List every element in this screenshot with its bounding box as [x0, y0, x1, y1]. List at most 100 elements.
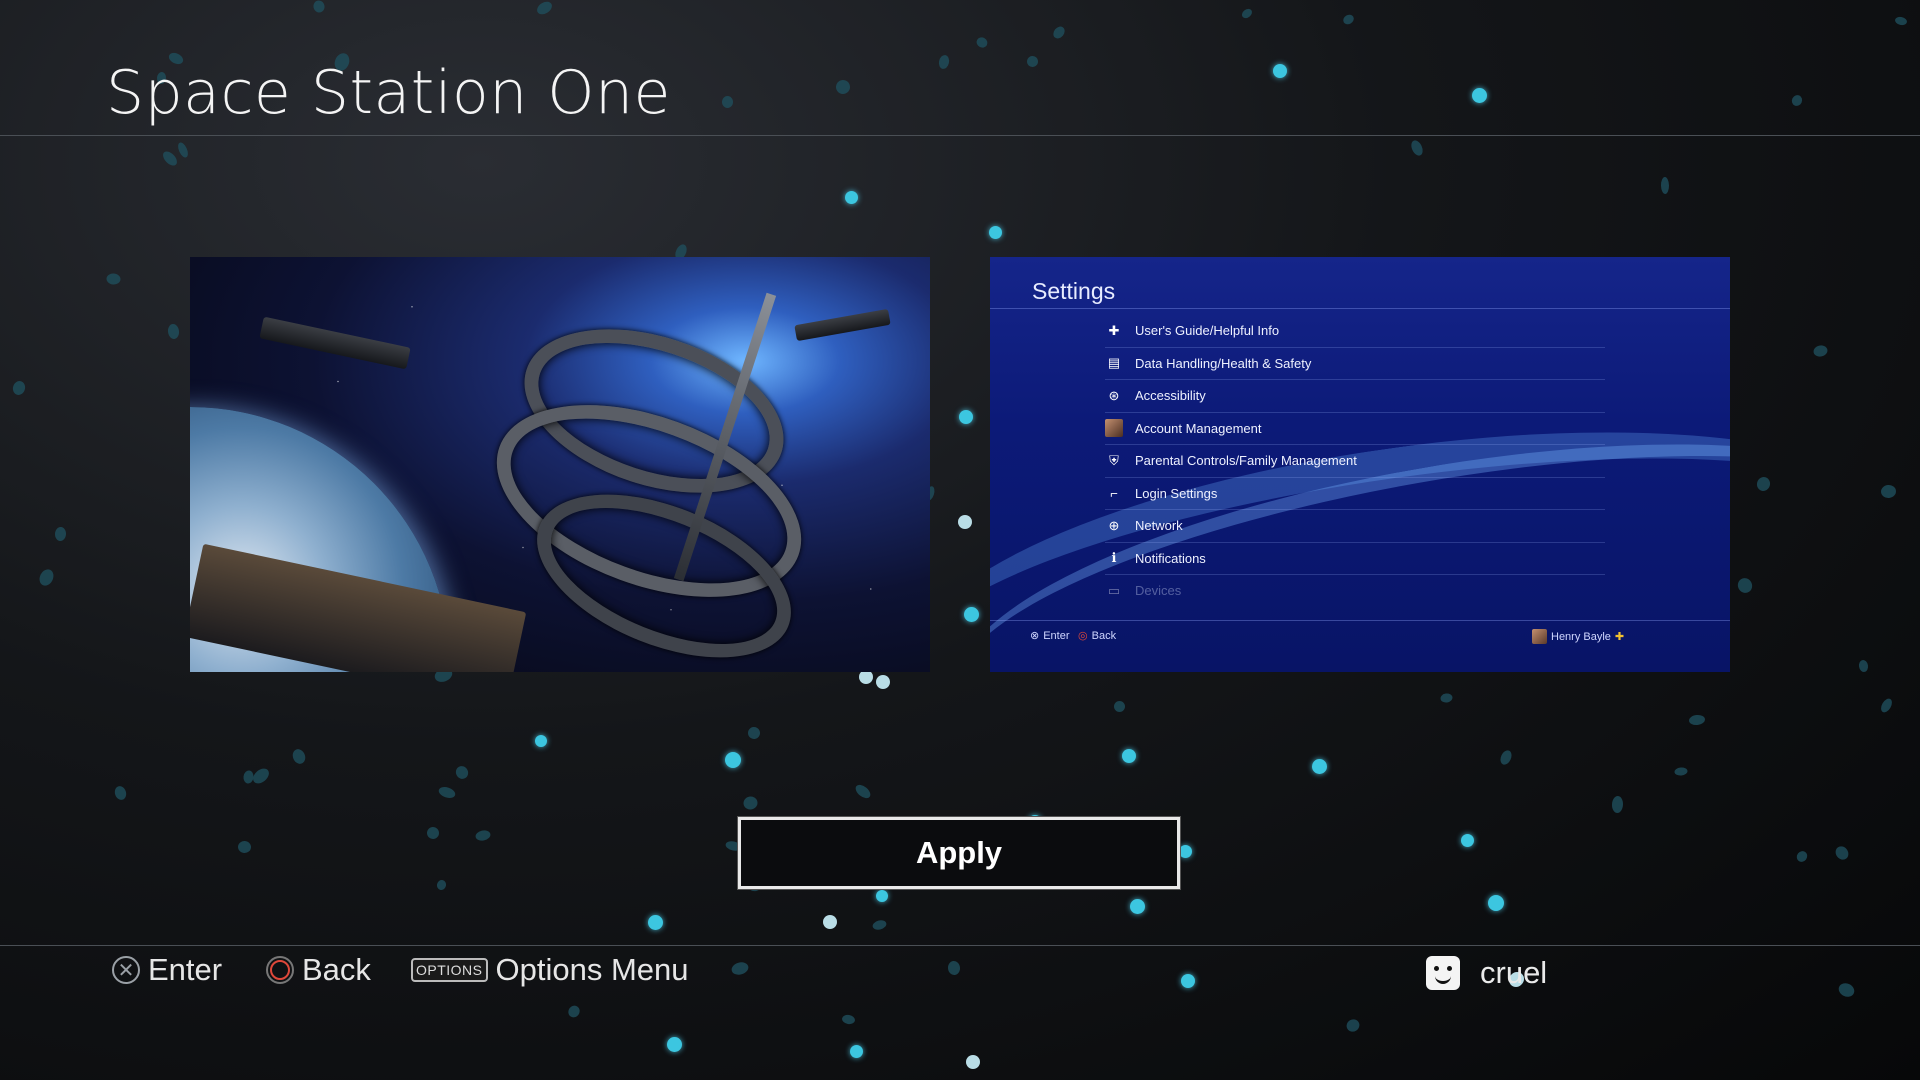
- particle: [1051, 24, 1067, 41]
- particle: [1461, 834, 1474, 847]
- particle: [1794, 849, 1810, 864]
- list-item: ℹ Notifications: [1105, 543, 1605, 575]
- particle: [290, 747, 308, 766]
- theme-preview-home: [190, 257, 930, 672]
- particle: [453, 763, 471, 782]
- particle: [648, 915, 663, 930]
- particle: [667, 1037, 682, 1052]
- particle: [966, 1055, 980, 1069]
- particle: [859, 670, 873, 684]
- particle: [823, 915, 837, 929]
- particle: [725, 752, 741, 768]
- hint-label: Options Menu: [495, 952, 689, 987]
- guide-icon: ✚: [1108, 322, 1120, 338]
- footer-divider: [0, 945, 1920, 946]
- particle: [1688, 714, 1706, 726]
- particle: [1122, 749, 1136, 763]
- settings-preview-user: Henry Bayle ✚: [1532, 629, 1624, 644]
- particle: [833, 77, 853, 97]
- particle: [937, 54, 951, 70]
- user-name: cruel: [1480, 955, 1548, 990]
- particle: [1409, 138, 1425, 158]
- network-icon: ⊕: [1108, 517, 1120, 533]
- particle: [958, 515, 972, 529]
- accessibility-icon: ⊛: [1108, 387, 1120, 403]
- settings-preview-hint-enter: ⊗ Enter: [1030, 629, 1070, 643]
- particle: [11, 379, 27, 397]
- particle: [989, 226, 1002, 239]
- hint-label: Back: [1091, 629, 1117, 642]
- particle: [1833, 843, 1851, 863]
- user-indicator: cruel: [1426, 955, 1547, 991]
- list-item: Account Management: [1105, 413, 1605, 445]
- list-item: ✚ User's Guide/Helpful Info: [1105, 315, 1605, 348]
- particle: [721, 95, 734, 109]
- particle: [160, 148, 180, 169]
- data-handling-icon: ▤: [1107, 355, 1121, 371]
- hint-label: Back: [302, 952, 371, 987]
- particle: [1498, 748, 1514, 767]
- particle: [1179, 845, 1192, 858]
- list-item-label: Account Management: [1135, 420, 1262, 436]
- particle: [535, 735, 547, 747]
- particle: [1312, 759, 1327, 774]
- cross-button-icon: ✕: [112, 956, 140, 984]
- list-item-label: Data Handling/Health & Safety: [1135, 355, 1312, 371]
- particle: [1790, 93, 1804, 108]
- hint-enter: ✕ Enter: [112, 952, 222, 988]
- particle: [730, 960, 750, 977]
- list-item: ⛨ Parental Controls/Family Management: [1105, 445, 1605, 478]
- hint-label: Enter: [1043, 629, 1070, 642]
- particle: [1674, 766, 1688, 777]
- particle: [1755, 475, 1772, 493]
- devices-icon: ▭: [1107, 582, 1121, 598]
- user-name: Henry Bayle: [1551, 630, 1611, 643]
- particle: [853, 782, 873, 801]
- settings-preview-divider: [990, 308, 1730, 309]
- plus-icon: ✚: [1614, 631, 1625, 643]
- list-item: ⊛ Accessibility: [1105, 380, 1605, 413]
- notifications-icon: ℹ: [1111, 550, 1117, 566]
- settings-preview-list: ✚ User's Guide/Helpful Info ▤ Data Handl…: [1105, 315, 1605, 607]
- particle: [1488, 895, 1504, 911]
- avatar: [1532, 629, 1547, 644]
- hint-label: Enter: [148, 952, 223, 987]
- page-title: Space Station One: [106, 58, 671, 128]
- particle: [959, 410, 973, 424]
- settings-preview-hint-back: ◎ Back: [1078, 629, 1117, 643]
- particle: [167, 323, 180, 340]
- particle: [534, 0, 555, 17]
- circle-button-icon: ◎: [1078, 630, 1088, 642]
- hint-options: OPTIONS Options Menu: [411, 952, 689, 988]
- list-item-label: Network: [1135, 518, 1183, 534]
- particle: [845, 191, 858, 204]
- settings-preview-footer-divider: [990, 620, 1730, 621]
- particle: [747, 726, 761, 740]
- cross-button-icon: ⊗: [1030, 630, 1040, 642]
- particle: [237, 840, 252, 854]
- parental-controls-icon: ⛨: [1109, 452, 1119, 468]
- particle: [1341, 12, 1356, 27]
- list-item-label: Devices: [1135, 583, 1182, 599]
- particle: [250, 765, 272, 787]
- particle: [242, 769, 255, 785]
- header-divider: [0, 135, 1920, 136]
- list-item-label: Notifications: [1135, 550, 1206, 566]
- particle: [964, 607, 979, 622]
- list-item-label: Parental Controls/Family Management: [1135, 453, 1357, 469]
- particle: [1836, 980, 1857, 1000]
- particle: [424, 824, 442, 842]
- account-icon: [1105, 419, 1123, 438]
- particle: [1181, 974, 1195, 988]
- options-button-icon: OPTIONS: [411, 958, 488, 982]
- particle: [311, 0, 327, 14]
- apply-button[interactable]: Apply: [738, 817, 1180, 889]
- particle: [54, 526, 67, 542]
- particle: [876, 675, 890, 689]
- particle: [1344, 1017, 1362, 1034]
- particle: [1611, 795, 1624, 814]
- list-item-label: Accessibility: [1135, 388, 1206, 404]
- particle: [871, 918, 888, 932]
- list-item-label: Login Settings: [1135, 485, 1218, 501]
- particle: [113, 784, 128, 802]
